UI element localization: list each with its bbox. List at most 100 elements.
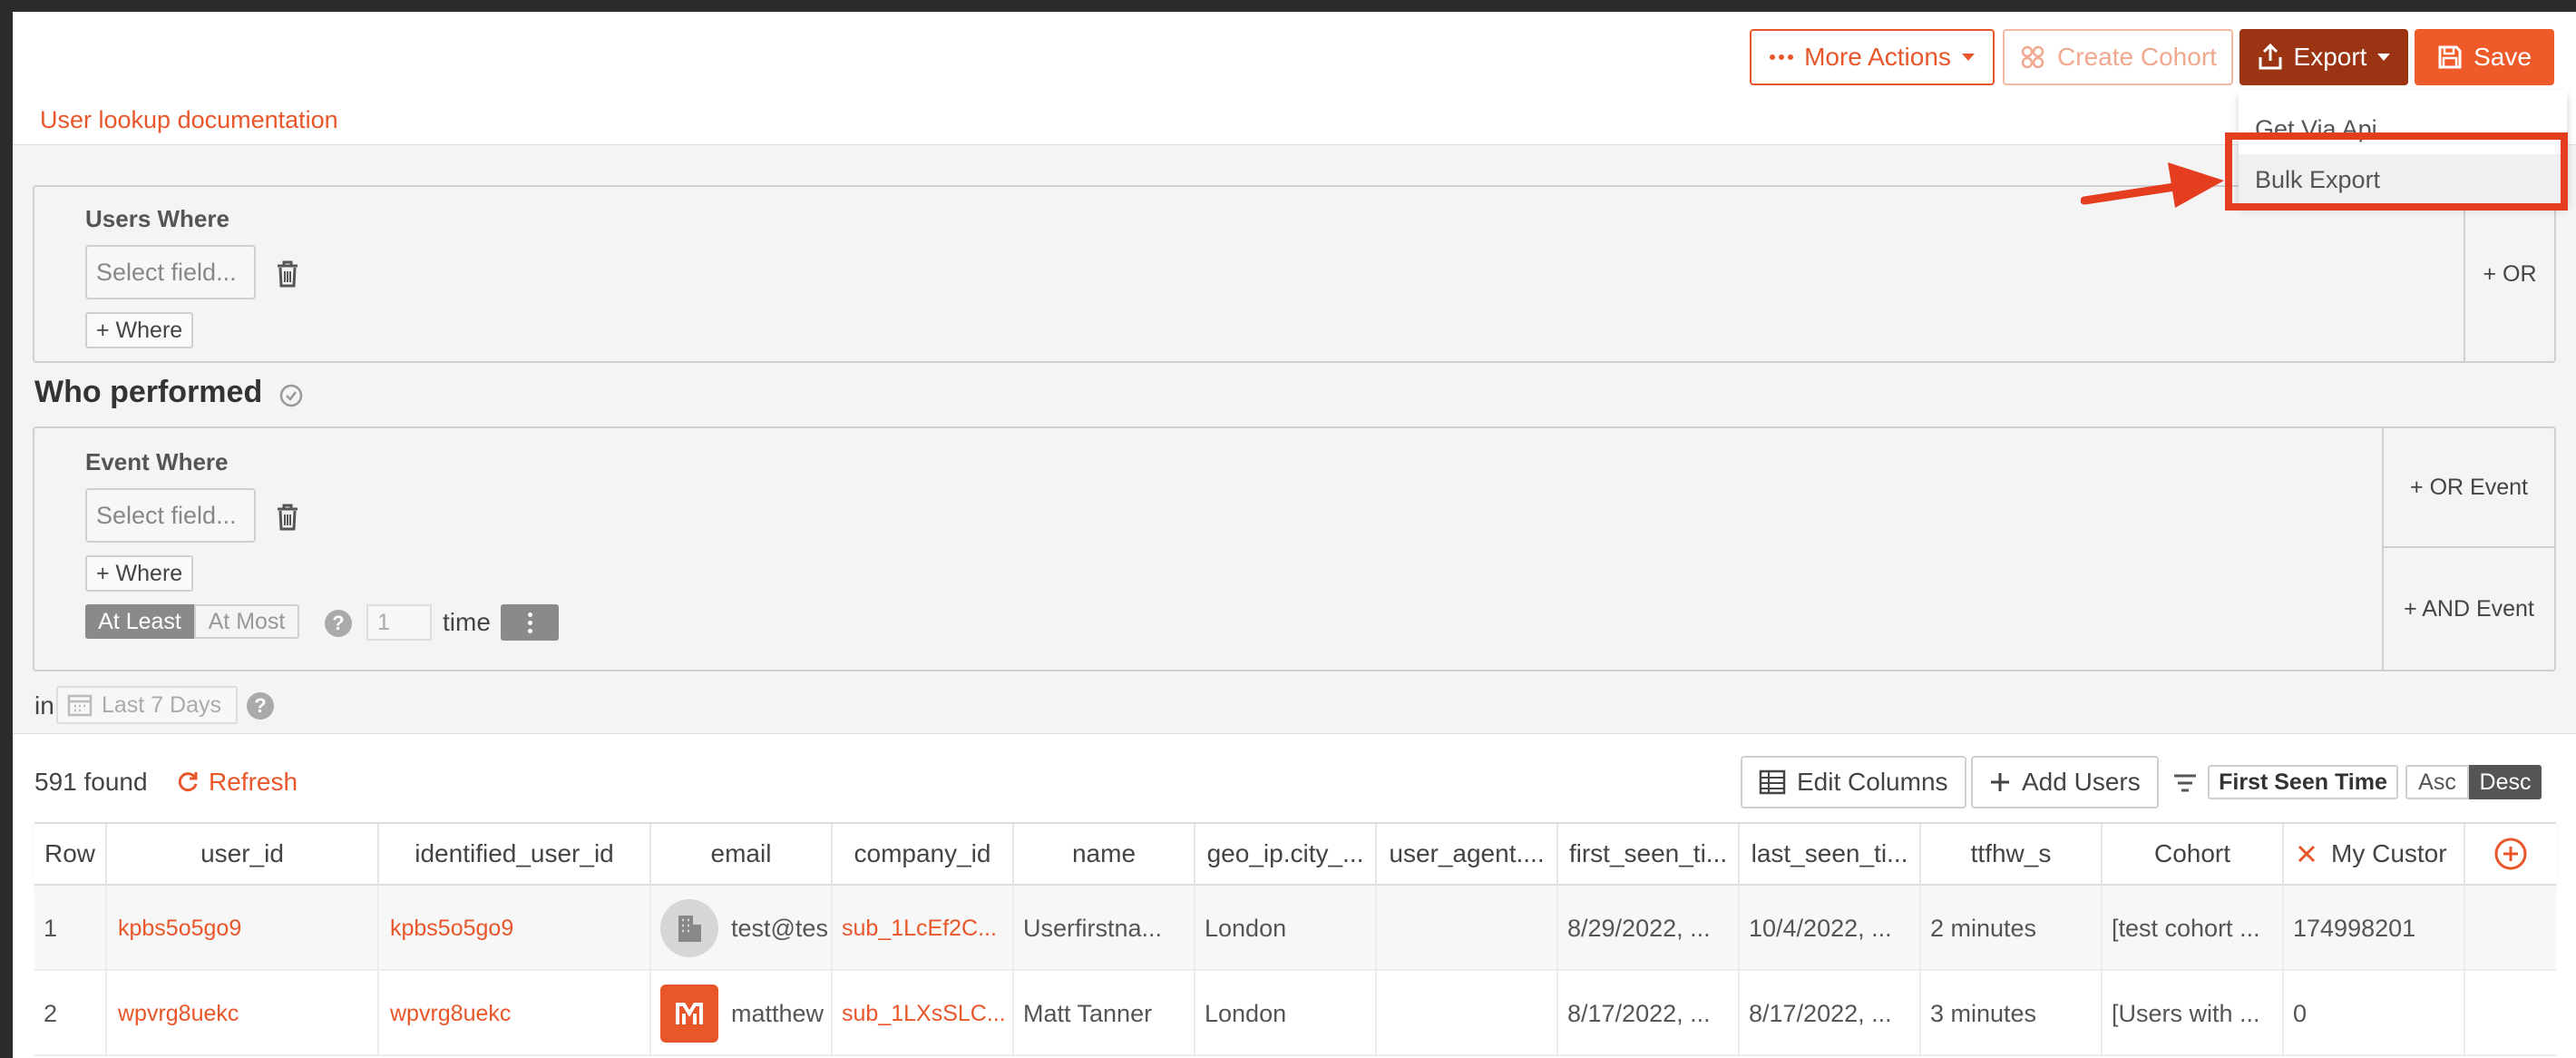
user-id-link[interactable]: wpvrg8uekc [107,971,379,1056]
email-cell: matthew [651,971,833,1056]
date-range-picker[interactable]: Last 7 Days [56,686,238,724]
calendar-icon [67,694,93,717]
edit-columns-button[interactable]: Edit Columns [1741,756,1966,808]
chevron-down-icon [2377,54,2391,61]
table-row[interactable]: 2 wpvrg8uekc wpvrg8uekc matthew sub_1LXs… [34,971,2556,1056]
table-icon [1759,769,1786,795]
identified-user-id-link[interactable]: wpvrg8uekc [379,971,651,1056]
users-where-title: Users Where [85,205,229,232]
create-cohort-label: Create Cohort [2057,43,2217,71]
close-icon[interactable] [2297,844,2317,864]
custom-cell: 174998201 [2284,886,2465,971]
column-header[interactable]: ttfhw_s [1921,824,2103,884]
column-header-custom[interactable]: My Custor [2284,824,2465,884]
sort-asc-button[interactable]: Asc [2405,765,2469,799]
save-button[interactable]: Save [2415,29,2554,85]
add-and-event-button[interactable]: + AND Event [2382,548,2554,670]
chevron-down-icon [1961,54,1975,61]
cohort-cell: [test cohort ... [2103,886,2284,971]
export-button[interactable]: Export [2239,29,2408,85]
save-label: Save [2474,43,2532,71]
clock-icon [279,384,303,407]
refresh-icon [178,772,198,792]
help-icon[interactable]: ? [247,692,274,720]
identified-user-id-link[interactable]: kpbs5o5go9 [379,886,651,971]
more-actions-label: More Actions [1804,43,1951,71]
column-header-label: My Custor [2331,839,2447,867]
company-logo [660,985,718,1043]
table-row[interactable]: 1 kpbs5o5go9 kpbs5o5go9 test@tes sub_1Lc… [34,886,2556,971]
building-icon [678,916,701,942]
in-label: in [34,691,54,720]
more-actions-button[interactable]: More Actions [1750,29,1995,85]
company-avatar [660,899,718,957]
column-header[interactable]: Cohort [2103,824,2284,884]
sort-field-select[interactable]: First Seen Time [2208,765,2398,799]
who-performed-title: Who performed [34,375,263,409]
user-id-link[interactable]: kpbs5o5go9 [107,886,379,971]
column-header[interactable]: Row [34,824,107,884]
refresh-label: Refresh [209,768,298,796]
annotation-arrow-icon [2081,162,2224,208]
company-logo-icon [676,1003,703,1024]
date-range-label: Last 7 Days [102,691,222,718]
annotation-highlight-box [2225,132,2568,211]
ttfhw-cell: 3 minutes [1921,971,2103,1056]
at-least-toggle[interactable]: At Least [85,604,194,639]
dots-icon [1770,54,1794,60]
email-cell: test@tes [651,886,833,971]
sort-desc-button[interactable]: Desc [2469,765,2542,799]
column-header[interactable]: user_agent.... [1377,824,1558,884]
column-header[interactable]: email [651,824,833,884]
column-header[interactable]: first_seen_ti... [1558,824,1740,884]
column-header[interactable]: company_id [833,824,1014,884]
count-input[interactable]: 1 [366,604,432,641]
trash-icon[interactable] [274,260,301,293]
column-header[interactable]: name [1014,824,1195,884]
options-button[interactable] [501,604,559,641]
add-users-label: Add Users [2022,768,2141,796]
name-cell: Matt Tanner [1014,971,1195,1056]
sort-icon[interactable] [2171,772,2199,794]
add-users-button[interactable]: Add Users [1971,756,2159,808]
users-where-panel: Users Where Select field... + Where + OR [33,185,2556,363]
user-lookup-documentation-link[interactable]: User lookup documentation [40,106,338,134]
at-most-toggle[interactable]: At Most [194,604,299,639]
company-id-link[interactable]: sub_1LXsSLC... [833,971,1014,1056]
row-number: 2 [34,971,107,1056]
column-header[interactable]: identified_user_id [379,824,651,884]
column-header[interactable]: last_seen_ti... [1740,824,1921,884]
user-agent-cell [1377,971,1558,1056]
query-builder: Users Where Select field... + Where + OR… [13,144,2576,734]
floppy-disk-icon [2438,45,2462,69]
add-where-button[interactable]: + Where [85,312,194,348]
first-seen-cell: 8/17/2022, ... [1558,971,1740,1056]
add-event-where-button[interactable]: + Where [85,555,194,592]
last-seen-cell: 10/4/2022, ... [1740,886,1921,971]
email-text: test@tes [731,914,828,942]
results-count: 591 found [34,768,148,796]
ttfhw-cell: 2 minutes [1921,886,2103,971]
city-cell: London [1195,886,1377,971]
event-where-select-field[interactable]: Select field... [85,488,256,543]
add-or-event-button[interactable]: + OR Event [2382,428,2554,548]
vertical-dots-icon [527,612,532,633]
company-id-link[interactable]: sub_1LcEf2C... [833,886,1014,971]
add-column-button[interactable] [2465,824,2556,884]
column-header[interactable]: user_id [107,824,379,884]
plus-icon [1991,773,2009,791]
empty-cell [2465,971,2556,1056]
create-cohort-button[interactable]: Create Cohort [2003,29,2233,85]
add-or-button[interactable]: + OR [2464,187,2554,361]
name-cell: Userfirstna... [1014,886,1195,971]
table-header: Row user_id identified_user_id email com… [34,822,2556,886]
column-header[interactable]: geo_ip.city_... [1195,824,1377,884]
custom-cell: 0 [2284,971,2465,1056]
refresh-button[interactable]: Refresh [176,768,298,797]
users-where-select-field[interactable]: Select field... [85,245,256,299]
city-cell: London [1195,971,1377,1056]
trash-icon[interactable] [274,503,301,536]
app-window: More Actions Create Cohort Export Save U… [13,12,2576,1058]
help-icon[interactable]: ? [325,610,352,637]
cohort-icon [2021,45,2044,69]
